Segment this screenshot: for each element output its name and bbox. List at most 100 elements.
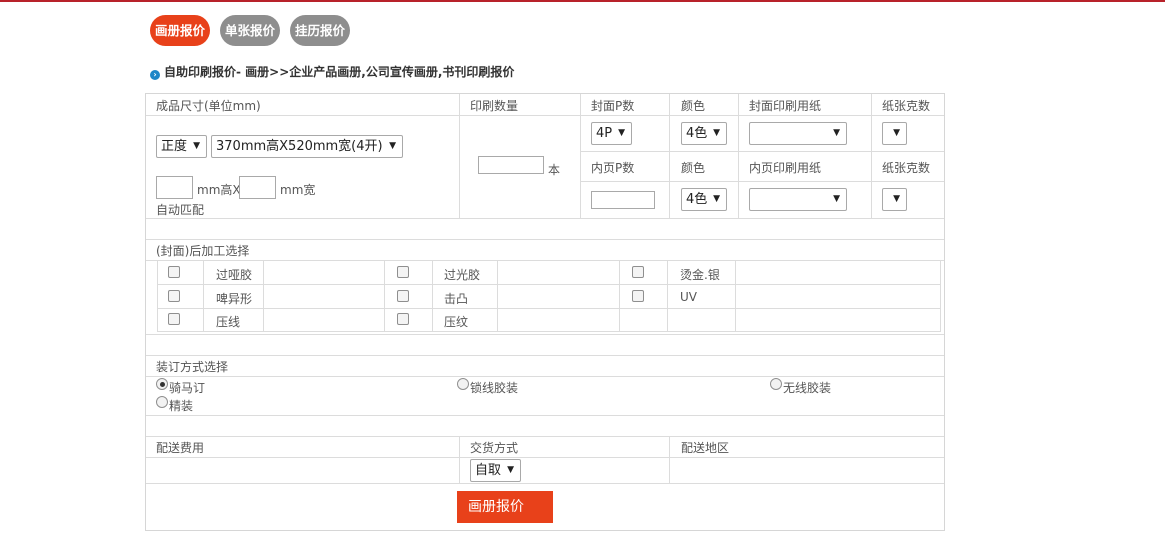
chevron-down-icon: ▼ bbox=[713, 194, 720, 204]
divider bbox=[146, 260, 944, 261]
height-unit: mm高X bbox=[197, 183, 241, 197]
divider bbox=[263, 260, 264, 332]
cover-color-header: 颜色 bbox=[681, 99, 706, 113]
divider bbox=[146, 376, 944, 377]
divider bbox=[158, 308, 941, 309]
inner-p-input[interactable] bbox=[591, 191, 655, 209]
cover-paper-header: 封面印刷用纸 bbox=[749, 99, 822, 113]
option-gloss-laminate: 过光胶 bbox=[444, 268, 481, 282]
radio-perfect-binding[interactable] bbox=[770, 378, 782, 390]
chevron-down-icon: ▼ bbox=[507, 465, 514, 475]
chevron-down-icon: ▼ bbox=[833, 194, 840, 204]
delivery-method-select[interactable]: 自取 ▼ bbox=[470, 459, 521, 482]
cover-color-select[interactable]: 4色 ▼ bbox=[681, 122, 727, 145]
cover-weight-select[interactable]: ▼ bbox=[882, 122, 907, 145]
width-unit: mm宽 bbox=[280, 183, 316, 197]
divider bbox=[157, 260, 158, 332]
radio-saddle-stitch[interactable] bbox=[156, 378, 168, 390]
divider bbox=[580, 94, 581, 218]
radio-hardcover[interactable] bbox=[156, 396, 168, 408]
size-header: 成品尺寸(单位mm) bbox=[156, 99, 261, 113]
inner-weight-select[interactable]: ▼ bbox=[882, 188, 907, 211]
binding-hardcover-label: 精装 bbox=[169, 399, 194, 413]
checkbox-matte-laminate[interactable] bbox=[168, 266, 180, 278]
height-input[interactable] bbox=[156, 176, 193, 199]
tab-calendar-quote[interactable]: 挂历报价 bbox=[290, 15, 350, 46]
divider bbox=[735, 260, 736, 332]
divider bbox=[146, 355, 944, 356]
divider bbox=[619, 260, 620, 332]
inner-paper-header: 内页印刷用纸 bbox=[749, 161, 822, 175]
option-matte-laminate: 过哑胶 bbox=[216, 268, 253, 282]
inner-color-header: 颜色 bbox=[681, 161, 706, 175]
divider bbox=[146, 218, 944, 219]
radio-sewn-binding[interactable] bbox=[457, 378, 469, 390]
cover-weight-header: 纸张克数 bbox=[882, 99, 931, 113]
checkbox-emboss[interactable] bbox=[397, 290, 409, 302]
divider bbox=[146, 483, 944, 484]
option-foil-stamping: 烫金.银 bbox=[680, 268, 720, 282]
cover-p-header: 封面P数 bbox=[591, 99, 635, 113]
chevron-down-icon: ▼ bbox=[713, 128, 720, 138]
divider bbox=[940, 260, 941, 332]
inner-p-header: 内页P数 bbox=[591, 161, 635, 175]
divider bbox=[459, 436, 460, 483]
delivery-fee-label: 配送费用 bbox=[156, 441, 205, 455]
chevron-down-icon: ▼ bbox=[893, 128, 900, 138]
divider bbox=[459, 94, 460, 218]
delivery-method-label: 交货方式 bbox=[470, 441, 519, 455]
option-texture: 压纹 bbox=[444, 315, 469, 329]
divider bbox=[146, 415, 944, 416]
top-accent-line bbox=[0, 0, 1165, 2]
chevron-down-icon: ▼ bbox=[833, 128, 840, 138]
finishing-title: (封面)后加工选择 bbox=[156, 244, 250, 258]
divider bbox=[158, 331, 941, 332]
auto-match-label: 自动匹配 bbox=[156, 203, 205, 217]
divider bbox=[146, 436, 944, 437]
checkbox-foil-stamping[interactable] bbox=[632, 266, 644, 278]
divider bbox=[738, 94, 739, 218]
size-preset-select[interactable]: 370mm高X520mm宽(4开) ▼ bbox=[211, 135, 403, 158]
tab-album-quote[interactable]: 画册报价 bbox=[150, 15, 210, 46]
album-quote-button[interactable]: 画册报价 bbox=[457, 491, 553, 523]
divider bbox=[497, 260, 498, 332]
binding-sewn-label: 锁线胶装 bbox=[470, 381, 519, 395]
inner-paper-select[interactable]: ▼ bbox=[749, 188, 847, 211]
checkbox-uv[interactable] bbox=[632, 290, 644, 302]
breadcrumb-text: 自助印刷报价- 画册>>企业产品画册,公司宣传画册,书刊印刷报价 bbox=[164, 65, 515, 79]
divider bbox=[384, 260, 385, 332]
divider bbox=[146, 239, 944, 240]
option-crease: 压线 bbox=[216, 315, 241, 329]
checkbox-crease[interactable] bbox=[168, 313, 180, 325]
divider bbox=[158, 284, 941, 285]
quote-form bbox=[145, 93, 945, 531]
divider bbox=[581, 151, 944, 152]
inner-weight-header: 纸张克数 bbox=[882, 161, 931, 175]
divider bbox=[203, 260, 204, 332]
quantity-unit: 本 bbox=[548, 163, 561, 177]
option-die-cut: 啤异形 bbox=[216, 292, 253, 306]
checkbox-die-cut[interactable] bbox=[168, 290, 180, 302]
breadcrumb: › 自助印刷报价- 画册>>企业产品画册,公司宣传画册,书刊印刷报价 bbox=[150, 63, 514, 80]
divider bbox=[146, 457, 944, 458]
delivery-region-label: 配送地区 bbox=[681, 441, 730, 455]
quantity-input[interactable] bbox=[478, 156, 544, 174]
divider bbox=[871, 94, 872, 218]
cover-paper-select[interactable]: ▼ bbox=[749, 122, 847, 145]
cover-p-select[interactable]: 4P ▼ bbox=[591, 122, 632, 145]
chevron-down-icon: ▼ bbox=[193, 141, 200, 151]
quantity-header: 印刷数量 bbox=[470, 99, 519, 113]
divider bbox=[581, 181, 944, 182]
binding-perfect-label: 无线胶装 bbox=[783, 381, 832, 395]
width-input[interactable] bbox=[239, 176, 276, 199]
format-select[interactable]: 正度 ▼ bbox=[156, 135, 207, 158]
inner-color-select[interactable]: 4色 ▼ bbox=[681, 188, 727, 211]
divider bbox=[667, 260, 668, 332]
checkbox-gloss-laminate[interactable] bbox=[397, 266, 409, 278]
divider bbox=[669, 94, 670, 218]
option-emboss: 击凸 bbox=[444, 292, 469, 306]
checkbox-texture[interactable] bbox=[397, 313, 409, 325]
divider bbox=[146, 115, 944, 116]
tab-single-sheet-quote[interactable]: 单张报价 bbox=[220, 15, 280, 46]
divider bbox=[669, 436, 670, 483]
